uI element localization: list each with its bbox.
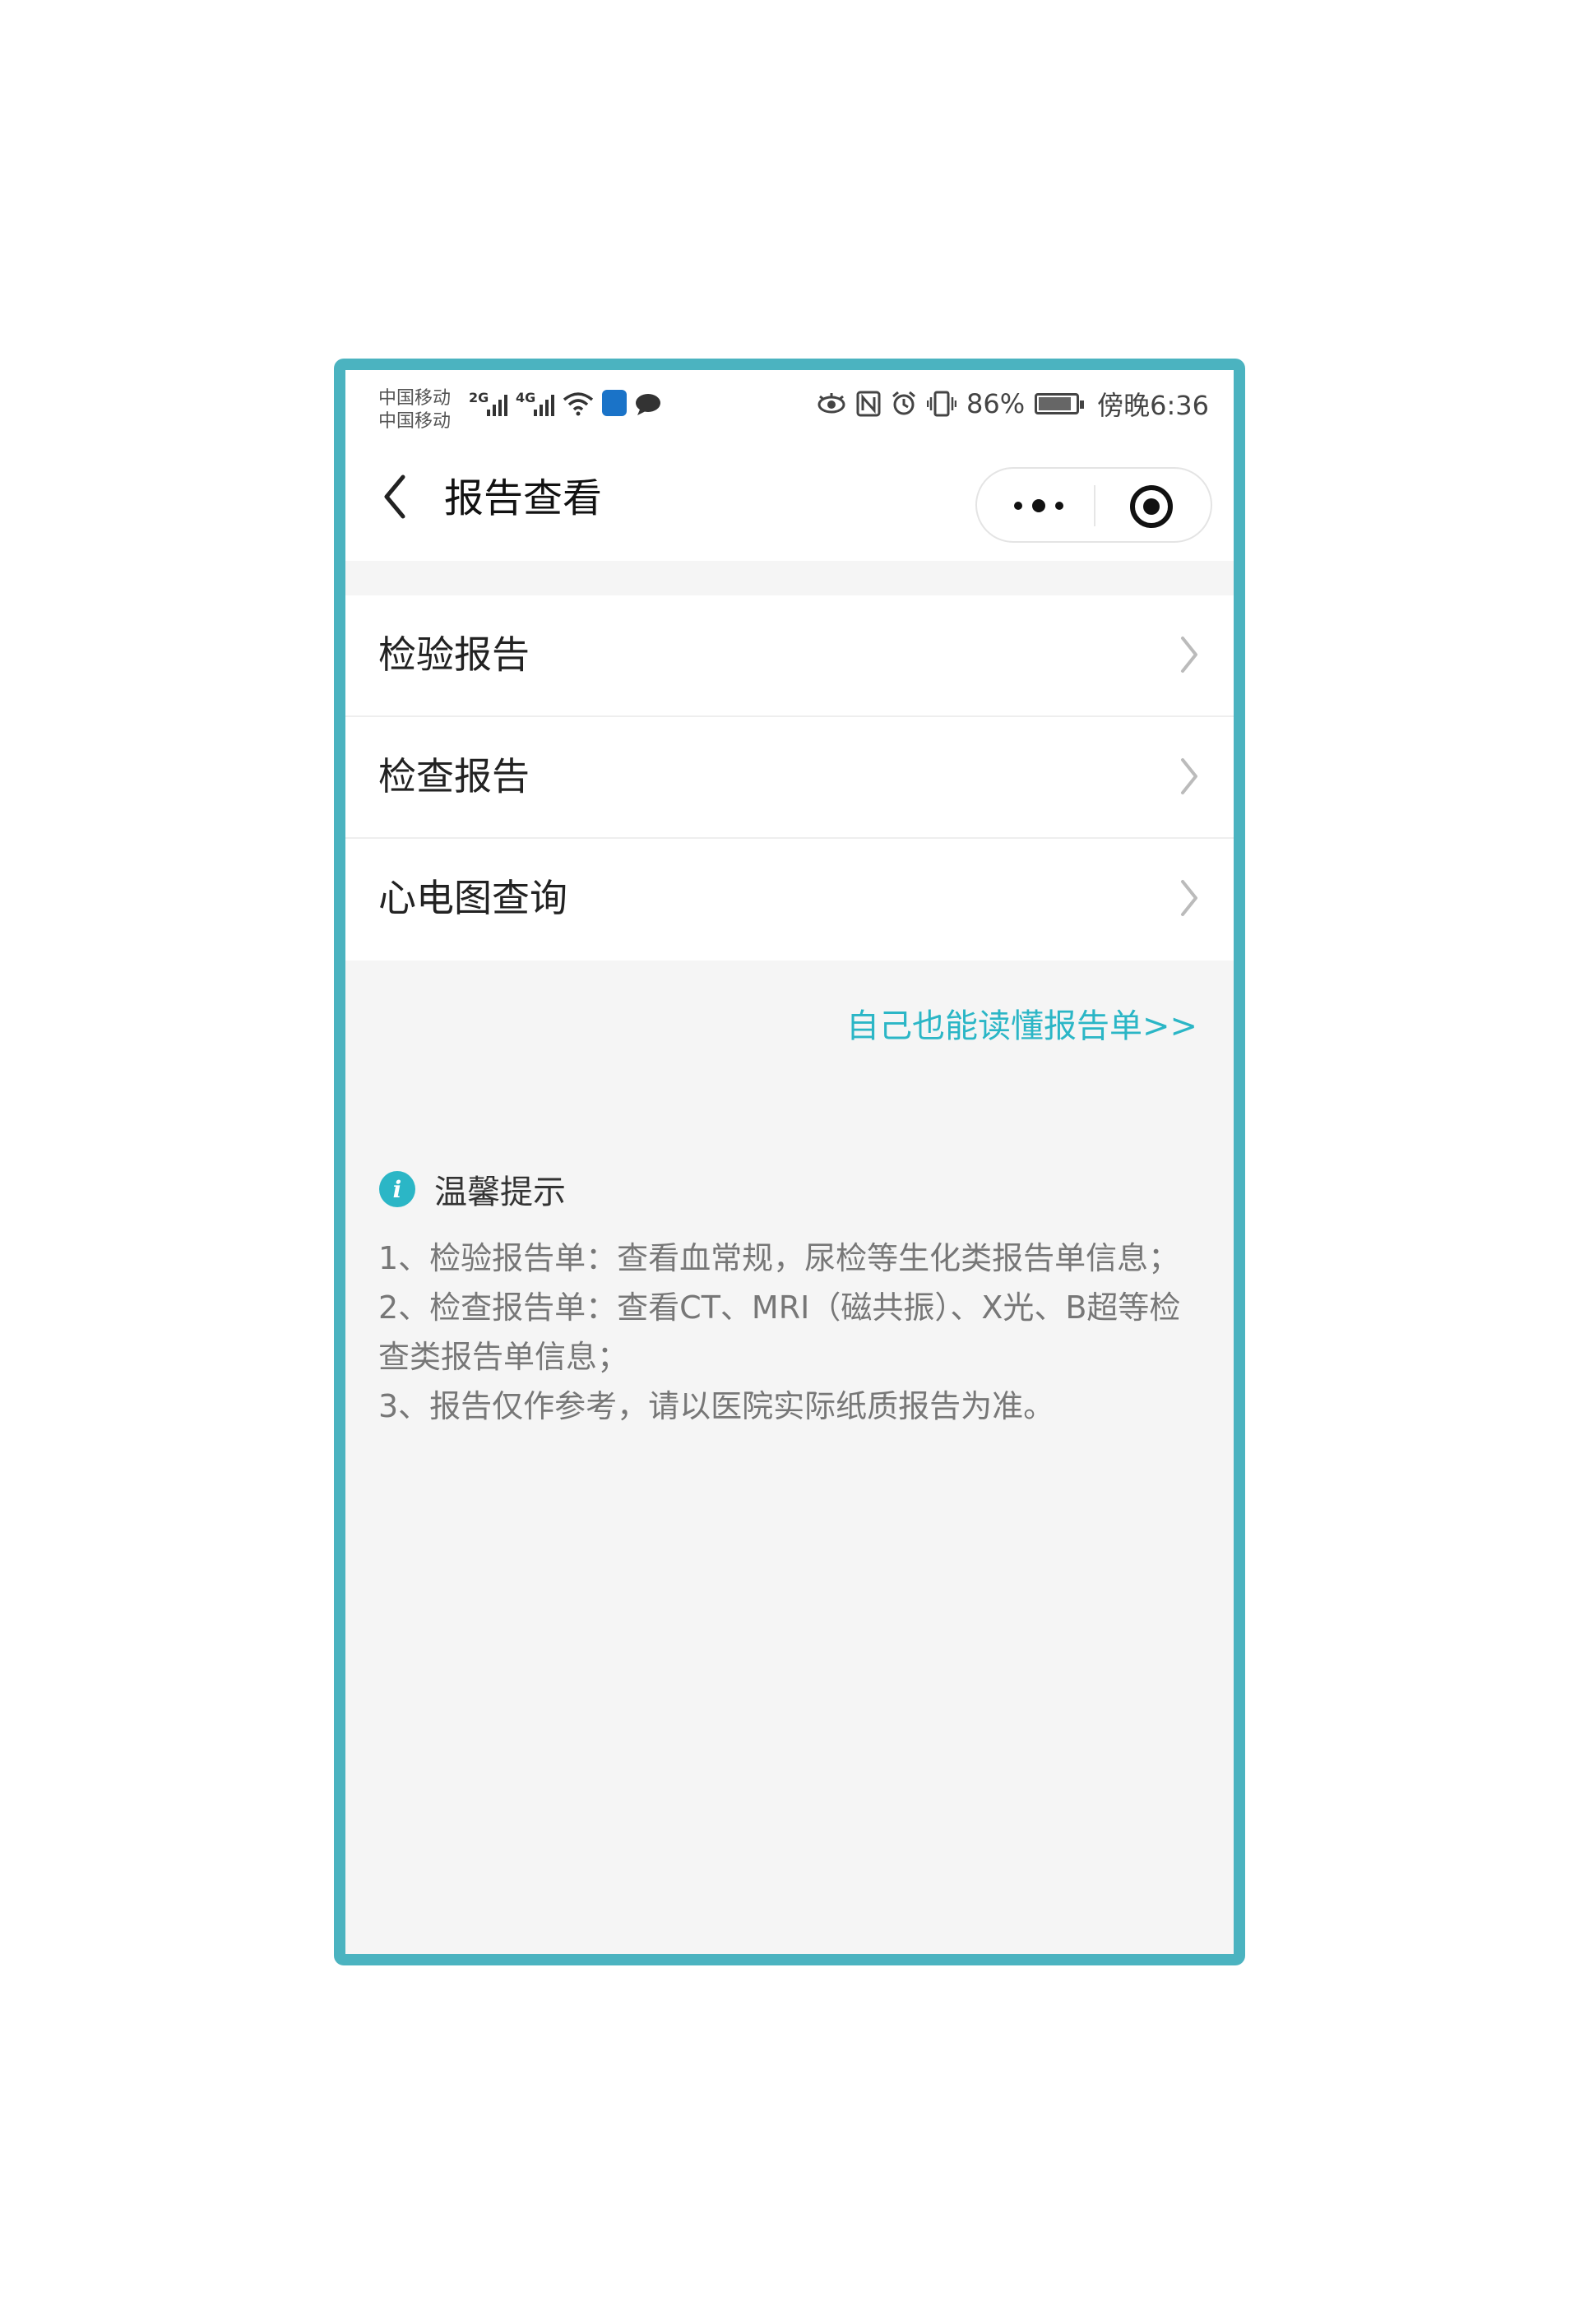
vibrate-icon — [927, 391, 956, 417]
more-options-button[interactable] — [1010, 493, 1068, 518]
tips-body: 1、检验报告单：查看血常规，尿检等生化类报告单信息； 2、检查报告单：查看CT、… — [378, 1234, 1201, 1431]
chevron-right-icon — [1181, 637, 1197, 673]
security-app-icon — [602, 390, 627, 416]
menu-item-exam-report[interactable]: 检查报告 — [345, 717, 1234, 839]
menu-item-label: 检验报告 — [378, 632, 530, 677]
alarm-icon — [892, 391, 915, 415]
page-title: 报告查看 — [444, 475, 603, 521]
menu-item-ecg-query[interactable]: 心电图查询 — [345, 839, 1234, 961]
wifi-icon — [563, 392, 594, 416]
back-button[interactable] — [378, 472, 411, 521]
carrier-labels: 中国移动 中国移动 — [378, 387, 451, 434]
capsule-divider — [1094, 485, 1095, 526]
signal-2g-tag: 2G — [469, 390, 489, 405]
carrier-1: 中国移动 — [378, 388, 452, 409]
tips-header: i 温馨提示 — [378, 1164, 1201, 1214]
close-mini-program-button[interactable] — [1128, 484, 1174, 530]
signal-2g-icon: 2G — [469, 390, 507, 416]
status-right: 86% 傍晚6:36 — [817, 385, 1209, 423]
battery-icon — [1035, 393, 1085, 414]
nav-bar: 报告查看 — [345, 437, 1234, 561]
menu-item-label: 心电图查询 — [378, 876, 567, 920]
signal-4g-icon: 4G — [516, 390, 554, 416]
signal-4g-tag: 4G — [516, 390, 536, 405]
chevron-right-icon — [1181, 880, 1197, 916]
mini-program-capsule — [975, 467, 1212, 543]
clock: 傍晚6:36 — [1097, 390, 1209, 421]
battery-percent: 86% — [966, 388, 1026, 419]
tip-line-3: 3、报告仅作参考，请以医院实际纸质报告为准。 — [378, 1388, 1055, 1424]
menu-item-label: 检查报告 — [378, 754, 530, 799]
eye-comfort-icon — [817, 393, 845, 414]
status-left-icons: 2G 4G — [469, 390, 661, 416]
chevron-right-icon — [1181, 758, 1197, 794]
tips-title: 温馨提示 — [434, 1174, 566, 1211]
read-report-guide-link[interactable]: 自己也能读懂报告单>> — [846, 1003, 1197, 1049]
message-icon — [636, 394, 660, 415]
status-bar: 中国移动 中国移动 2G 4G 86% 傍晚6:36 — [345, 370, 1234, 437]
tip-line-2: 2、检查报告单：查看CT、MRI（磁共振）、X光、B超等检查类报告单信息； — [378, 1289, 1181, 1375]
carrier-2: 中国移动 — [378, 411, 452, 432]
phone-frame: 中国移动 中国移动 2G 4G 86% 傍晚6:36 报告查看 检验报告 检查报… — [334, 359, 1245, 1965]
tips-section: i 温馨提示 1、检验报告单：查看血常规，尿检等生化类报告单信息； 2、检查报告… — [378, 1164, 1201, 1431]
svg-text:i: i — [393, 1176, 402, 1203]
tip-line-1: 1、检验报告单：查看血常规，尿检等生化类报告单信息； — [378, 1240, 1180, 1276]
report-menu: 检验报告 检查报告 心电图查询 — [345, 595, 1234, 961]
nfc-icon — [856, 391, 881, 417]
menu-item-lab-report[interactable]: 检验报告 — [345, 595, 1234, 717]
info-icon: i — [379, 1171, 415, 1207]
